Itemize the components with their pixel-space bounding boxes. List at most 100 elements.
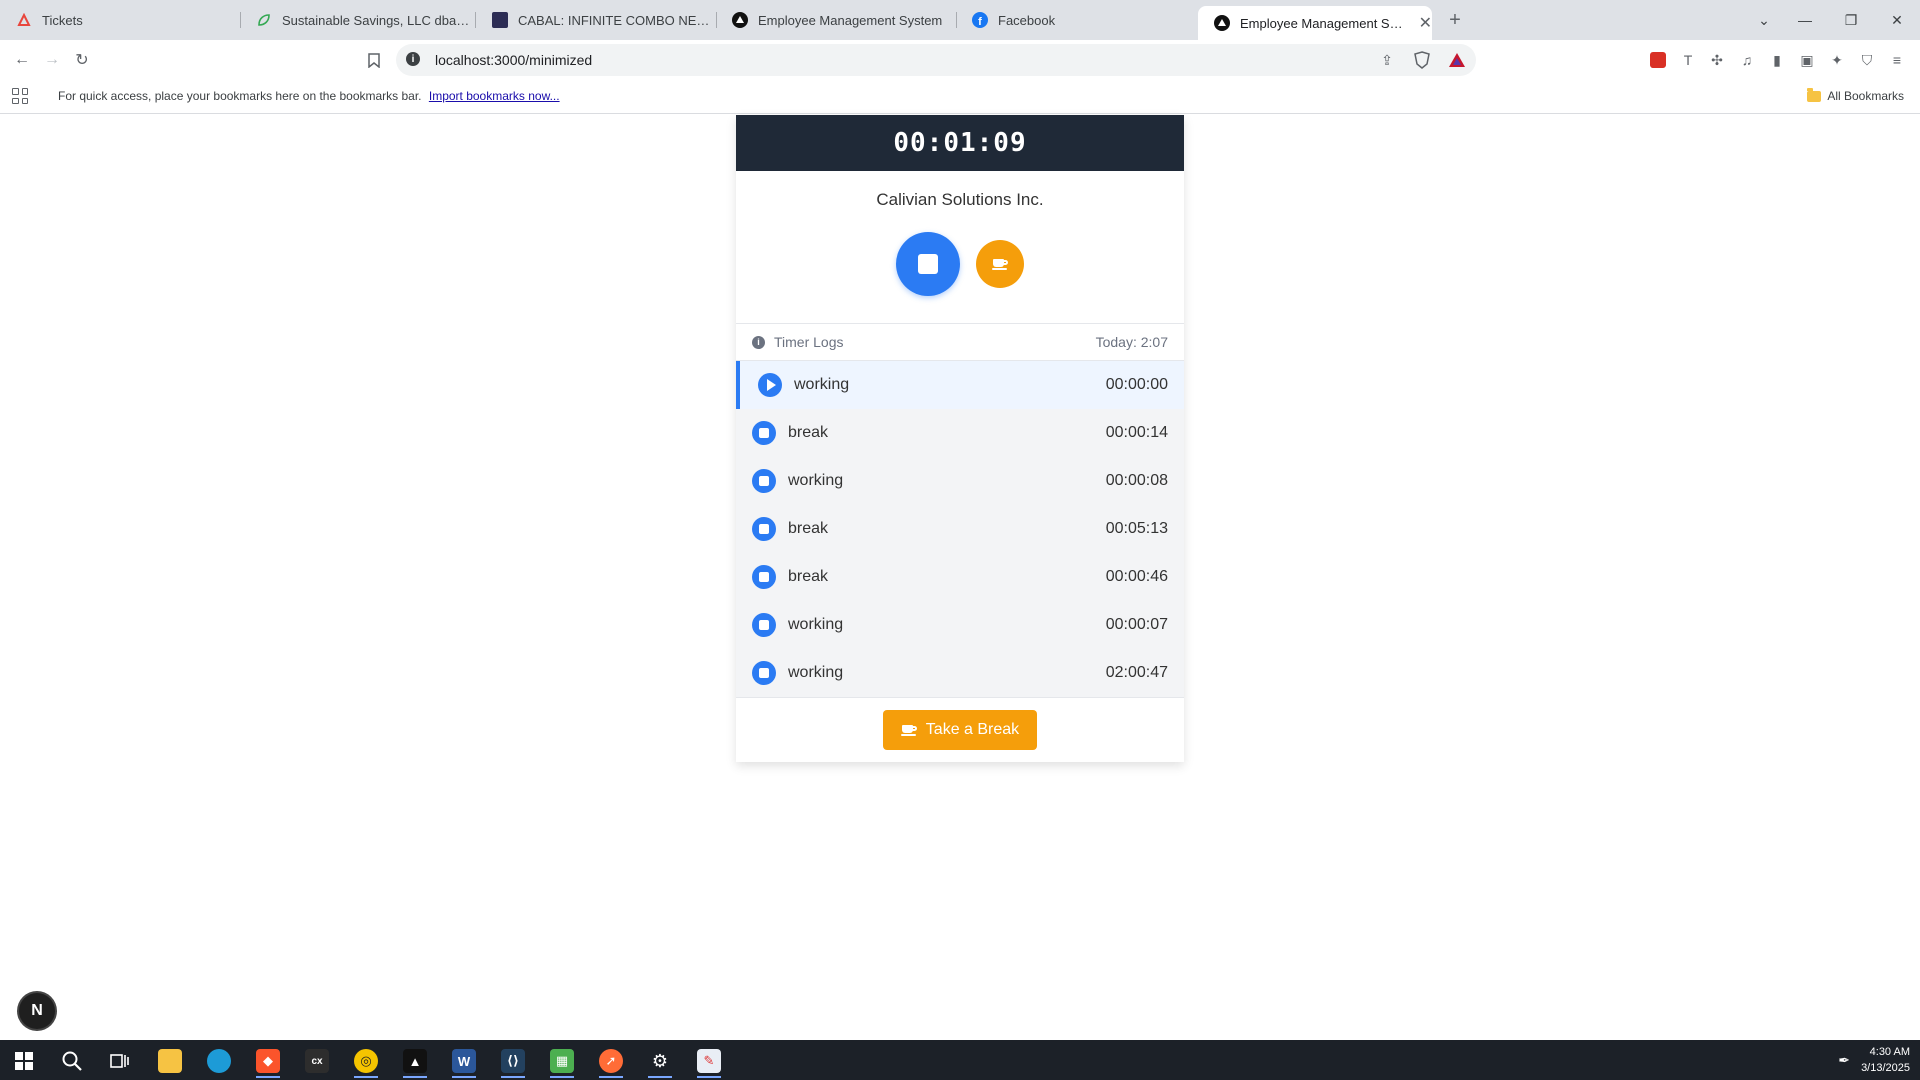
tab-facebook[interactable]: f Facebook	[956, 0, 1196, 40]
card-footer: Take a Break	[736, 697, 1184, 762]
tab-cabal-news[interactable]: CABAL: INFINITE COMBO NEWS	[476, 0, 716, 40]
apps-grid-icon[interactable]	[12, 88, 28, 104]
info-icon: i	[752, 335, 765, 349]
tab-employee-management-active[interactable]: Employee Management System ✕	[1198, 6, 1432, 40]
system-clock[interactable]: 4:30 AM 3/13/2025	[1861, 1044, 1910, 1076]
stop-icon	[752, 421, 776, 445]
log-row[interactable]: working 00:00:07	[736, 601, 1184, 649]
bookmarks-bar: For quick access, place your bookmarks h…	[0, 80, 1920, 114]
vscode-icon[interactable]: ⟨⟩	[493, 1044, 533, 1078]
play-icon	[758, 373, 782, 397]
close-window-icon[interactable]: ✕	[1874, 0, 1920, 40]
reload-icon[interactable]: ↻	[70, 48, 94, 72]
stop-icon	[752, 469, 776, 493]
log-duration: 00:00:14	[1105, 424, 1168, 441]
extension-text-icon[interactable]: T	[1678, 50, 1698, 70]
stop-icon	[752, 517, 776, 541]
log-duration: 00:00:08	[1105, 472, 1168, 489]
file-explorer-icon[interactable]	[150, 1044, 190, 1078]
url-text[interactable]: localhost:3000/minimized	[435, 52, 592, 68]
stop-icon	[752, 565, 776, 589]
cabal-icon	[492, 12, 508, 28]
vpn-icon[interactable]: ⛉	[1857, 50, 1877, 70]
today-total: Today: 2:07	[1095, 334, 1168, 350]
brave-icon[interactable]: ◆	[248, 1044, 288, 1078]
menu-icon[interactable]: ≡	[1887, 50, 1907, 70]
tab-strip: Tickets Sustainable Savings, LLC dba Sus…	[0, 0, 1920, 40]
paint-icon[interactable]: ✎	[689, 1044, 729, 1078]
bookmark-icon[interactable]	[362, 48, 386, 72]
brave-shield-icon[interactable]	[1412, 50, 1432, 70]
log-type: working	[788, 472, 844, 489]
log-type: break	[788, 520, 829, 537]
log-duration: 00:00:00	[1105, 376, 1168, 393]
tab-tickets[interactable]: Tickets	[0, 0, 240, 40]
tab-search-icon[interactable]: ⌄	[1741, 0, 1787, 40]
brave-rewards-icon[interactable]	[1447, 50, 1467, 70]
windows-taskbar: ◆ cx ◎ ▲ W ⟨⟩ ▦ ➚ ⚙ ✎ ✒ 4:30 AM 3/13/202…	[0, 1040, 1920, 1080]
sidebar-icon[interactable]: ▮	[1767, 50, 1787, 70]
start-button[interactable]	[4, 1044, 44, 1078]
svg-text:f: f	[978, 16, 982, 28]
word-icon[interactable]: W	[444, 1044, 484, 1078]
app-triangle-icon	[732, 12, 748, 28]
log-row[interactable]: working 00:00:08	[736, 457, 1184, 505]
stop-icon	[752, 613, 776, 637]
leaf-icon	[256, 12, 272, 28]
log-row[interactable]: working 00:00:00	[736, 361, 1184, 409]
edge-icon[interactable]	[199, 1044, 239, 1078]
restore-icon[interactable]: ❐	[1828, 0, 1874, 40]
log-type: working	[788, 616, 844, 633]
wallet-icon[interactable]: ▣	[1797, 50, 1817, 70]
timer-card: 00:01:09 Calivian Solutions Inc. i Timer…	[736, 115, 1184, 762]
timer-display: 00:01:09	[736, 115, 1184, 171]
pen-icon[interactable]: ✒	[1838, 1052, 1850, 1069]
log-type: working	[794, 376, 850, 393]
log-row[interactable]: break 00:05:13	[736, 505, 1184, 553]
site-info-icon[interactable]: i	[406, 52, 420, 66]
tool-yellow-icon[interactable]: ◎	[346, 1044, 386, 1078]
all-bookmarks-button[interactable]: All Bookmarks	[1807, 87, 1904, 103]
leo-ai-icon[interactable]: ✦	[1827, 50, 1847, 70]
take-a-break-button[interactable]: Take a Break	[882, 710, 1038, 750]
extensions-puzzle-icon[interactable]: ✣	[1707, 50, 1727, 70]
tab-sustainable-savings[interactable]: Sustainable Savings, LLC dba Sustain	[240, 0, 470, 40]
timer-controls	[736, 210, 1184, 306]
search-icon[interactable]	[52, 1044, 92, 1078]
coffee-cup-icon	[992, 258, 1008, 270]
ticket-icon	[16, 12, 32, 28]
back-icon[interactable]: ←	[10, 48, 34, 72]
postman-icon[interactable]: ➚	[591, 1044, 631, 1078]
share-icon[interactable]: ⇪	[1377, 50, 1397, 70]
log-row[interactable]: working 02:00:47	[736, 649, 1184, 697]
facebook-icon: f	[972, 12, 988, 28]
log-type: working	[788, 664, 844, 681]
bookmarks-hint: For quick access, place your bookmarks h…	[58, 89, 560, 103]
log-row[interactable]: break 00:00:46	[736, 553, 1184, 601]
import-bookmarks-link[interactable]: Import bookmarks now...	[429, 89, 560, 103]
media-music-icon[interactable]: ♫	[1737, 50, 1757, 70]
windows-logo-icon	[15, 1052, 33, 1070]
break-button[interactable]	[976, 240, 1024, 288]
app-triangle-icon	[1214, 15, 1230, 31]
extension-red-icon[interactable]	[1648, 50, 1668, 70]
settings-gear-icon[interactable]: ⚙	[640, 1044, 680, 1078]
new-tab-button[interactable]: +	[1443, 8, 1467, 32]
task-view-icon[interactable]	[100, 1044, 140, 1078]
company-name: Calivian Solutions Inc.	[876, 190, 1044, 209]
terminal-icon[interactable]: cx	[297, 1044, 337, 1078]
stop-icon	[752, 661, 776, 685]
folder-icon	[1807, 87, 1822, 102]
stop-icon	[918, 254, 938, 274]
log-duration: 02:00:47	[1105, 664, 1168, 681]
cursor-app-icon[interactable]: ▲	[395, 1044, 435, 1078]
log-row[interactable]: break 00:00:14	[736, 409, 1184, 457]
tab-employee-management[interactable]: Employee Management System	[716, 0, 956, 40]
close-tab-icon[interactable]: ✕	[1419, 13, 1432, 33]
stop-timer-button[interactable]	[896, 232, 960, 296]
spreadsheet-icon[interactable]: ▦	[542, 1044, 582, 1078]
timer-log-list: working 00:00:00 break 00:00:14 working …	[736, 361, 1184, 697]
minimize-icon[interactable]: —	[1782, 0, 1828, 40]
forward-icon[interactable]: →	[40, 48, 64, 72]
nextjs-dev-badge[interactable]: N	[19, 993, 55, 1029]
